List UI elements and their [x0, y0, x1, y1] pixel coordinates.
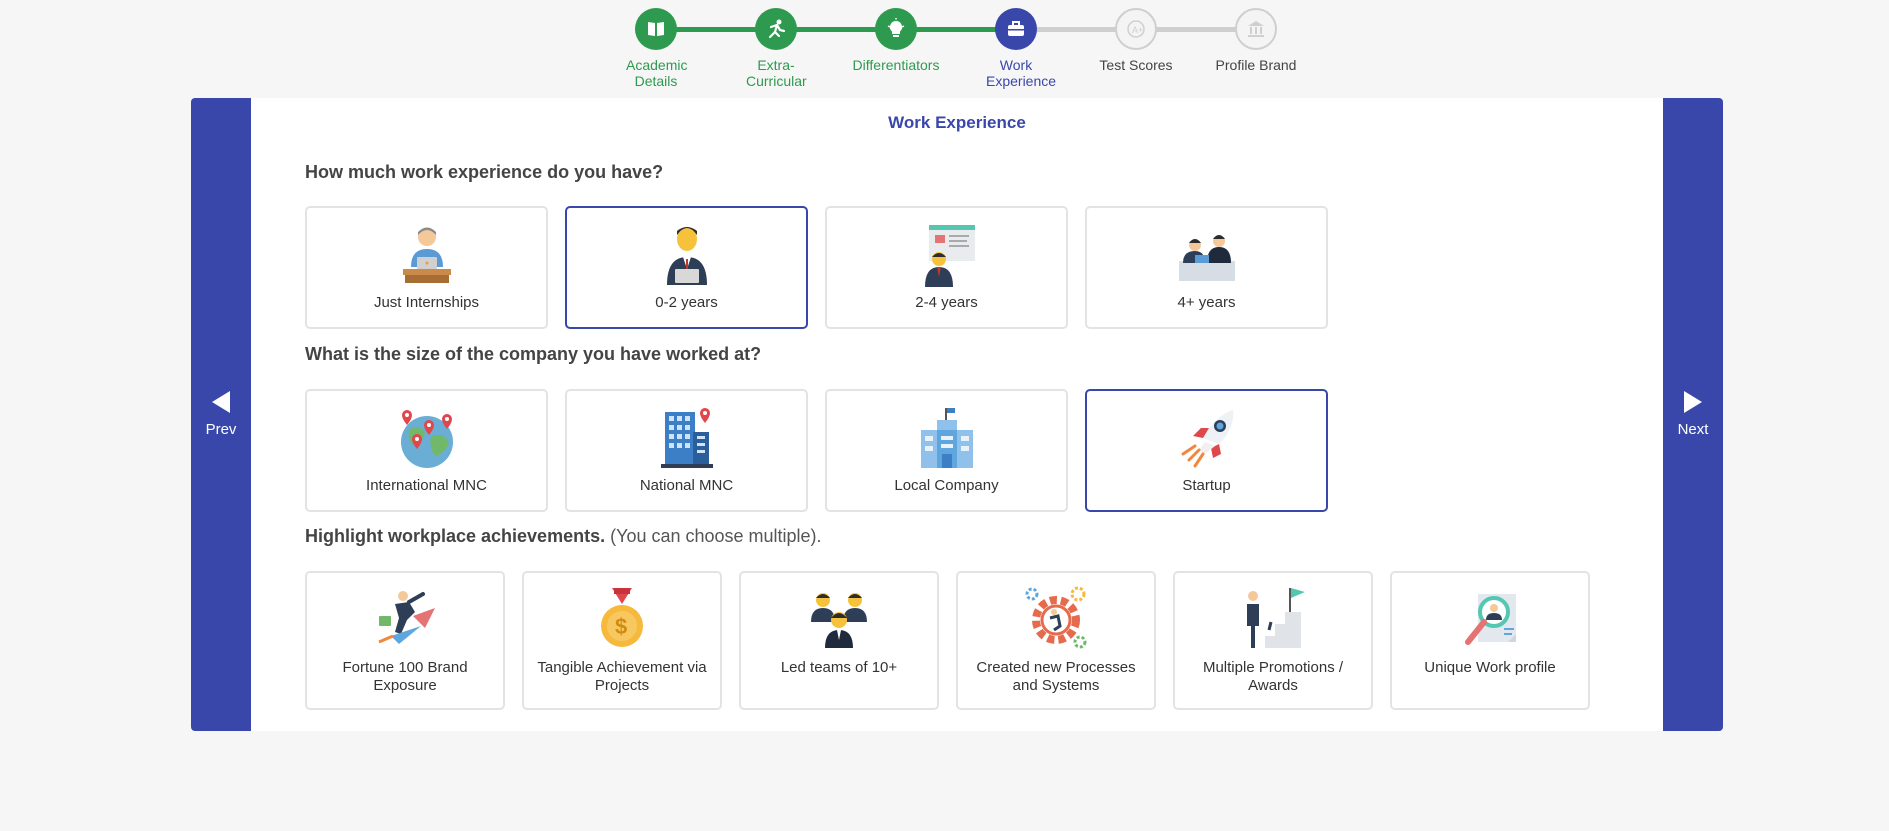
option-label: Created new Processes and Systems: [976, 659, 1136, 694]
prev-button[interactable]: Prev: [191, 98, 251, 731]
professional-laptop-icon: [654, 222, 720, 288]
question-experience: How much work experience do you have?: [305, 162, 664, 182]
briefcase-icon: [995, 8, 1037, 50]
runner-icon: [755, 8, 797, 50]
next-label: Next: [1677, 421, 1709, 438]
step-differentiators[interactable]: Differentiators: [836, 8, 956, 73]
bank-icon: [1235, 8, 1277, 50]
presenter-board-icon: [914, 222, 980, 288]
option-national-mnc[interactable]: National MNC: [565, 389, 808, 512]
question-company-size: What is the size of the company you have…: [305, 344, 762, 364]
next-button[interactable]: Next: [1663, 98, 1723, 731]
svg-text:$: $: [615, 614, 627, 639]
step-label: Academic Details: [626, 57, 688, 89]
option-label: Unique Work profile: [1424, 659, 1556, 676]
page-title: Work Experience: [888, 113, 1026, 132]
option-label: Local Company: [894, 477, 999, 494]
option-label: Startup: [1182, 477, 1231, 494]
intern-laptop-icon: [394, 222, 460, 288]
option-unique-work-profile[interactable]: Unique Work profile: [1390, 571, 1590, 710]
option-label: 4+ years: [1177, 294, 1236, 311]
option-label: Just Internships: [373, 294, 480, 311]
option-0-2-years[interactable]: 0-2 years: [565, 206, 808, 329]
option-label: Tangible Achievement via Projects: [537, 659, 707, 694]
gold-medal-icon: $: [589, 585, 655, 651]
questionnaire-card: Prev Next Work Experience How much work …: [191, 98, 1723, 731]
option-label: International MNC: [366, 477, 487, 494]
grade-icon: A+: [1115, 8, 1157, 50]
step-label: Test Scores: [1099, 57, 1173, 73]
option-tangible-achievement[interactable]: $ Tangible Achievement via Projects: [522, 571, 722, 710]
arrow-left-icon: [212, 391, 230, 413]
option-label: Multiple Promotions / Awards: [1202, 659, 1344, 694]
globe-pins-icon: [394, 405, 460, 471]
option-promotions-awards[interactable]: Multiple Promotions / Awards: [1173, 571, 1373, 710]
option-local-company[interactable]: Local Company: [825, 389, 1068, 512]
question-note: (You can choose multiple).: [605, 526, 822, 546]
step-label: Work Experience: [986, 57, 1057, 89]
gears-icon: [1023, 585, 1089, 651]
team-icon: [806, 585, 872, 651]
book-icon: [635, 8, 677, 50]
progress-stepper: Academic Details Extra-Curricular Differ…: [600, 8, 1320, 93]
option-startup[interactable]: Startup: [1085, 389, 1328, 512]
stairs-flag-icon: [1240, 585, 1306, 651]
rocket-icon: [1174, 405, 1240, 471]
step-extra-curricular[interactable]: Extra-Curricular: [716, 8, 836, 89]
meeting-team-icon: [1174, 222, 1240, 288]
prev-label: Prev: [205, 421, 237, 438]
step-work-experience[interactable]: Work Experience: [956, 8, 1076, 89]
svg-text:A+: A+: [1132, 25, 1143, 35]
step-label: Extra-Curricular: [746, 57, 807, 89]
step-label: Profile Brand: [1215, 57, 1297, 73]
option-led-teams[interactable]: Led teams of 10+: [739, 571, 939, 710]
form-content: Work Experience How much work experience…: [251, 98, 1663, 731]
question-text: Highlight workplace achievements.: [305, 526, 606, 546]
tall-building-icon: [654, 405, 720, 471]
option-label: 0-2 years: [655, 294, 718, 311]
arrow-right-icon: [1684, 391, 1702, 413]
option-4-plus-years[interactable]: 4+ years: [1085, 206, 1328, 329]
lightbulb-icon: [875, 8, 917, 50]
office-building-icon: [914, 405, 980, 471]
step-label: Differentiators: [852, 57, 940, 73]
option-label: National MNC: [639, 477, 734, 494]
option-fortune-100[interactable]: Fortune 100 Brand Exposure: [305, 571, 505, 710]
step-profile-brand[interactable]: Profile Brand: [1196, 8, 1316, 73]
businessman-rocket-icon: [372, 585, 438, 651]
option-label: Led teams of 10+: [780, 659, 898, 676]
option-just-internships[interactable]: Just Internships: [305, 206, 548, 329]
step-test-scores[interactable]: A+ Test Scores: [1076, 8, 1196, 73]
option-2-4-years[interactable]: 2-4 years: [825, 206, 1068, 329]
question-achievements: Highlight workplace achievements. (You c…: [305, 526, 822, 547]
profile-search-icon: [1457, 585, 1523, 651]
option-label: 2-4 years: [915, 294, 978, 311]
option-international-mnc[interactable]: International MNC: [305, 389, 548, 512]
option-new-processes[interactable]: Created new Processes and Systems: [956, 571, 1156, 710]
option-label: Fortune 100 Brand Exposure: [342, 659, 468, 694]
step-academic-details[interactable]: Academic Details: [596, 8, 716, 89]
